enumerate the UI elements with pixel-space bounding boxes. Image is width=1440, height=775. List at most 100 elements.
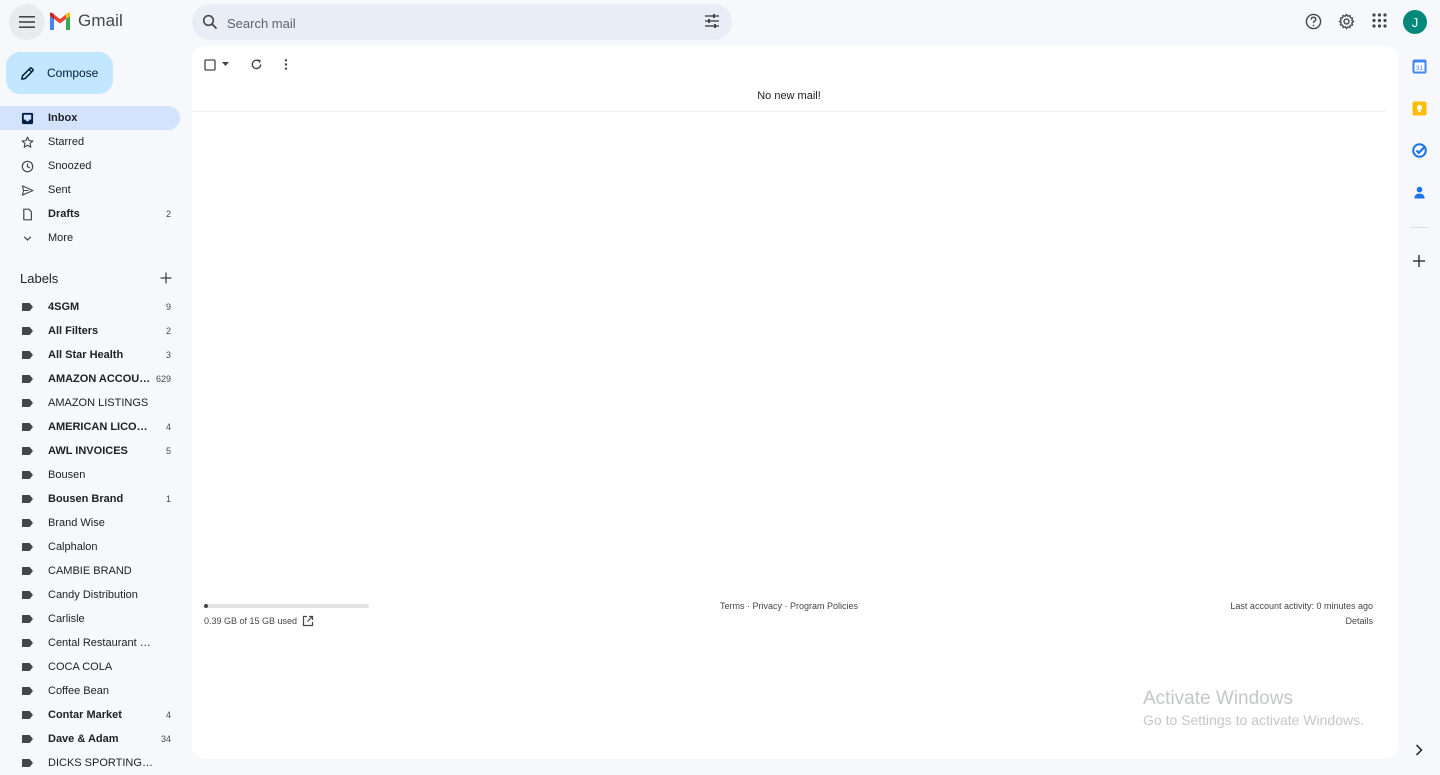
label-item[interactable]: 4SGM 9 bbox=[0, 295, 180, 319]
select-dropdown-caret-icon[interactable] bbox=[222, 62, 229, 67]
select-all-checkbox-icon[interactable] bbox=[204, 59, 216, 71]
calendar-icon[interactable]: 31 bbox=[1412, 59, 1427, 74]
label-count: 4 bbox=[165, 422, 171, 432]
storage-usage[interactable]: 0.39 GB of 15 GB used bbox=[204, 616, 297, 626]
label-item[interactable]: All Star Health 3 bbox=[0, 343, 180, 367]
gmail-logo[interactable]: Gmail bbox=[48, 11, 123, 31]
label-count: 9 bbox=[165, 302, 171, 312]
label-count: 3 bbox=[165, 350, 171, 360]
label-item[interactable]: AMAZON ACCOUNT 629 bbox=[0, 367, 180, 391]
google-apps-icon[interactable] bbox=[1372, 13, 1387, 28]
add-label-plus-icon[interactable] bbox=[160, 272, 172, 284]
search-input[interactable] bbox=[225, 4, 669, 42]
nav-item-drafts[interactable]: Drafts 2 bbox=[0, 202, 180, 226]
label-tag-icon bbox=[22, 495, 33, 503]
label-count: 629 bbox=[155, 374, 171, 384]
nav-item-more[interactable]: More bbox=[0, 226, 180, 250]
nav-label: Inbox bbox=[48, 112, 78, 124]
chevron-down-icon bbox=[23, 236, 32, 241]
nav-item-inbox[interactable]: Inbox bbox=[0, 106, 180, 130]
nav-item-starred[interactable]: Starred bbox=[0, 130, 180, 154]
label-name: Contar Market bbox=[48, 709, 122, 721]
tasks-icon[interactable] bbox=[1412, 143, 1427, 158]
label-tag-icon bbox=[22, 303, 33, 311]
label-name: Carlisle bbox=[48, 613, 85, 625]
label-tag-icon bbox=[22, 567, 33, 575]
compose-button[interactable]: Compose bbox=[6, 52, 113, 94]
label-name: CAMBIE BRAND bbox=[48, 565, 132, 577]
label-tag-icon bbox=[22, 759, 33, 767]
mailbox-nav: Inbox Starred Snoozed Sent Drafts 2 More bbox=[0, 106, 180, 250]
labels-list: 4SGM 9 All Filters 2 All Star Health 3 A… bbox=[0, 295, 180, 775]
search-icon[interactable] bbox=[202, 14, 218, 30]
labels-header: Labels bbox=[20, 271, 175, 287]
label-item[interactable]: AMERICAN LICORICE 4 bbox=[0, 415, 180, 439]
label-tag-icon bbox=[22, 735, 33, 743]
search-options-icon[interactable] bbox=[704, 13, 720, 29]
pencil-icon bbox=[21, 66, 34, 80]
label-name: All Star Health bbox=[48, 349, 124, 361]
mail-list-panel: No new mail! 0.39 GB of 15 GB used Terms… bbox=[192, 46, 1398, 759]
contacts-icon[interactable] bbox=[1412, 185, 1427, 200]
keep-notes-icon[interactable] bbox=[1412, 101, 1427, 116]
label-name: 4SGM bbox=[48, 301, 80, 313]
label-name: All Filters bbox=[48, 325, 99, 337]
search-bar[interactable] bbox=[192, 4, 732, 42]
label-tag-icon bbox=[22, 471, 33, 479]
inbox-icon bbox=[21, 112, 34, 125]
label-item[interactable]: Bousen Brand 1 bbox=[0, 487, 180, 511]
label-item[interactable]: Candy Distribution bbox=[0, 583, 180, 607]
more-options-icon[interactable] bbox=[284, 58, 288, 71]
gmail-m-icon bbox=[50, 12, 70, 30]
label-item[interactable]: AWL INVOICES 5 bbox=[0, 439, 180, 463]
label-item[interactable]: Bousen bbox=[0, 463, 180, 487]
label-name: Coffee Bean bbox=[48, 685, 109, 697]
label-name: COCA COLA bbox=[48, 661, 113, 673]
label-name: Bousen Brand bbox=[48, 493, 124, 505]
nav-item-snoozed[interactable]: Snoozed bbox=[0, 154, 180, 178]
open-in-new-icon[interactable] bbox=[302, 615, 314, 627]
label-name: Brand Wise bbox=[48, 517, 105, 529]
label-item[interactable]: Contar Market 4 bbox=[0, 703, 180, 727]
label-name: AMAZON LISTINGS bbox=[48, 397, 149, 409]
draft-file-icon bbox=[23, 208, 33, 221]
footer-links[interactable]: Terms · Privacy · Program Policies bbox=[192, 601, 1386, 611]
label-item[interactable]: Coffee Bean bbox=[0, 679, 180, 703]
label-tag-icon bbox=[22, 351, 33, 359]
last-account-activity: Last account activity: 0 minutes ago bbox=[1230, 601, 1373, 611]
label-item[interactable]: Calphalon bbox=[0, 535, 180, 559]
app-name: Gmail bbox=[78, 11, 123, 30]
label-item[interactable]: DICKS SPORTING GOODS bbox=[0, 751, 180, 775]
add-addon-plus-icon[interactable] bbox=[1412, 254, 1426, 268]
label-name: AMERICAN LICORICE bbox=[48, 421, 153, 433]
label-name: AMAZON ACCOUNT bbox=[48, 373, 153, 385]
chevron-right-icon[interactable] bbox=[1415, 744, 1423, 756]
details-link[interactable]: Details bbox=[1345, 616, 1373, 626]
clock-icon bbox=[21, 160, 34, 173]
nav-item-sent[interactable]: Sent bbox=[0, 178, 180, 202]
label-item[interactable]: AMAZON LISTINGS bbox=[0, 391, 180, 415]
label-count: 34 bbox=[160, 734, 171, 744]
side-panel-rail: 31 bbox=[1398, 46, 1440, 771]
label-item[interactable]: Dave & Adam 34 bbox=[0, 727, 180, 751]
settings-gear-icon[interactable] bbox=[1338, 13, 1355, 30]
nav-label: Sent bbox=[48, 184, 71, 196]
label-item[interactable]: All Filters 2 bbox=[0, 319, 180, 343]
label-name: Bousen bbox=[48, 469, 86, 481]
label-name: Candy Distribution bbox=[48, 589, 138, 601]
nav-label: Starred bbox=[48, 136, 85, 148]
label-tag-icon bbox=[22, 447, 33, 455]
label-item[interactable]: CAMBIE BRAND bbox=[0, 559, 180, 583]
label-tag-icon bbox=[22, 687, 33, 695]
label-count: 2 bbox=[165, 326, 171, 336]
label-item[interactable]: Brand Wise bbox=[0, 511, 180, 535]
label-item[interactable]: Carlisle bbox=[0, 607, 180, 631]
refresh-icon[interactable] bbox=[250, 58, 263, 71]
label-item[interactable]: Cental Restaurant Quotes bbox=[0, 631, 180, 655]
account-avatar[interactable]: J bbox=[1403, 10, 1427, 34]
main-menu-button[interactable] bbox=[9, 4, 45, 40]
label-item[interactable]: COCA COLA bbox=[0, 655, 180, 679]
help-icon[interactable] bbox=[1305, 13, 1322, 30]
compose-label: Compose bbox=[47, 66, 99, 80]
label-tag-icon bbox=[22, 663, 33, 671]
